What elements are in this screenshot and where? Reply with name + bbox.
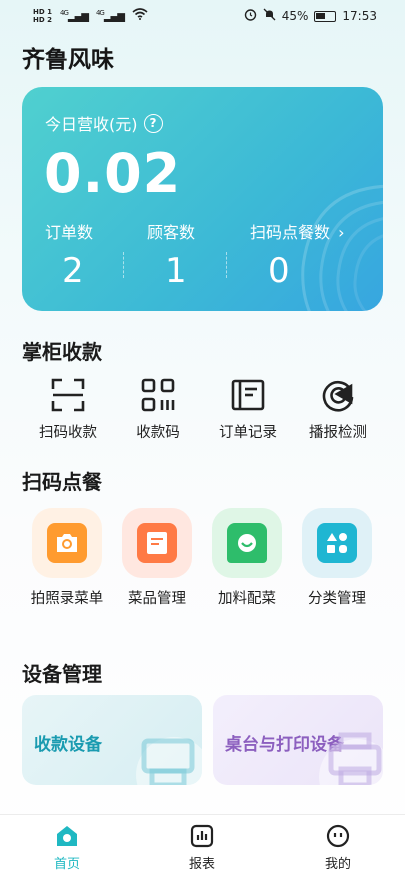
quick-qrcode[interactable]: 收款码 xyxy=(113,375,203,442)
cashier-section-title: 掌柜收款 xyxy=(22,340,102,364)
scan-order-section-title: 扫码点餐 xyxy=(22,470,102,494)
dish-manage-tile xyxy=(122,508,192,578)
revenue-card: 今日营收(元) ? 0.02 订单数 2 顾客数 1 扫码点餐数 › 0 xyxy=(22,87,383,311)
tab-mine-label: 我的 xyxy=(324,857,351,872)
tab-mine[interactable]: 我的 xyxy=(298,823,378,872)
add-ingredient-tile xyxy=(212,508,282,578)
quick-qrcode-label: 收款码 xyxy=(136,425,180,441)
sim2-badge: HD 2 xyxy=(33,16,52,24)
quick-order-record[interactable]: 订单记录 xyxy=(203,375,293,442)
tab-home-label: 首页 xyxy=(53,857,80,872)
category-manage-tile xyxy=(302,508,372,578)
category-icon xyxy=(317,523,357,563)
bottom-tab-bar: 首页 报表 我的 xyxy=(0,814,405,878)
dish-doc-icon xyxy=(137,523,177,563)
stat-scan-orders[interactable]: 扫码点餐数 › 0 xyxy=(250,219,375,291)
order-add-ingredient[interactable]: 加料配菜 xyxy=(202,508,292,608)
stat-orders-label: 订单数 xyxy=(45,223,94,242)
store-title: 齐鲁风味 xyxy=(22,47,114,73)
quick-order-record-label: 订单记录 xyxy=(219,425,277,441)
revenue-label-text: 今日营收(元) xyxy=(45,115,138,134)
stat-scan-orders-value: 0 xyxy=(268,251,290,291)
wifi-icon xyxy=(132,8,148,24)
order-dish-manage[interactable]: 菜品管理 xyxy=(112,508,202,608)
stat-customers-value: 1 xyxy=(165,251,187,291)
quick-broadcast-check[interactable]: 播报检测 xyxy=(293,375,383,442)
device-section-title: 设备管理 xyxy=(22,662,102,686)
order-category-manage[interactable]: 分类管理 xyxy=(292,508,382,608)
profile-icon xyxy=(325,823,351,849)
revenue-amount: 0.02 xyxy=(44,142,182,205)
scan-icon xyxy=(48,375,88,415)
pay-device-label: 收款设备 xyxy=(34,735,102,755)
tab-reports-label: 报表 xyxy=(188,857,215,872)
stat-scan-orders-label[interactable]: 扫码点餐数 › xyxy=(250,219,375,243)
order-dish-manage-label: 菜品管理 xyxy=(128,591,186,607)
printer-icon xyxy=(319,732,383,785)
tab-reports[interactable]: 报表 xyxy=(162,823,242,872)
table-printer-card[interactable]: 桌台与打印设备 xyxy=(213,695,383,785)
help-icon[interactable]: ? xyxy=(143,113,163,133)
signal-icon-2: 4G▂▄▆ xyxy=(95,9,125,23)
tab-home[interactable]: 首页 xyxy=(27,823,107,872)
order-record-icon xyxy=(228,375,268,415)
quick-scan-pay-label: 扫码收款 xyxy=(39,425,97,441)
battery-percent: 45% xyxy=(281,9,309,23)
sim1-badge: HD 1 xyxy=(33,8,52,16)
stat-orders: 订单数 2 xyxy=(45,219,155,291)
alarm-icon xyxy=(244,8,257,24)
quick-broadcast-check-label: 播报检测 xyxy=(309,425,367,441)
battery-icon xyxy=(314,10,337,22)
stat-customers-label: 顾客数 xyxy=(147,223,196,242)
status-bar: HD 1 HD 2 4G▂▄▆ 4G▂▄▆ 45% 17:53 xyxy=(0,0,405,32)
clock-time: 17:53 xyxy=(342,9,377,23)
qrcode-icon xyxy=(138,375,178,415)
order-photo-menu-label: 拍照录菜单 xyxy=(30,591,104,607)
pay-device-icon xyxy=(136,737,202,785)
home-icon xyxy=(54,823,80,849)
broadcast-check-icon xyxy=(318,375,358,415)
order-add-ingredient-label: 加料配菜 xyxy=(218,591,276,607)
chevron-right-icon: › xyxy=(338,223,345,242)
quick-scan-pay[interactable]: 扫码收款 xyxy=(23,375,113,442)
pay-device-card[interactable]: 收款设备 xyxy=(22,695,202,785)
stat-orders-value: 2 xyxy=(62,251,84,291)
camera-icon xyxy=(47,523,87,563)
revenue-label: 今日营收(元) ? xyxy=(45,111,163,135)
bowl-icon xyxy=(227,523,267,563)
stat-divider xyxy=(226,252,227,278)
stat-scan-orders-label-text: 扫码点餐数 xyxy=(250,223,331,242)
order-category-manage-label: 分类管理 xyxy=(308,591,366,607)
mute-bell-icon xyxy=(263,8,276,24)
signal-icon: 4G▂▄▆ xyxy=(59,9,89,23)
report-icon xyxy=(189,823,215,849)
photo-menu-tile xyxy=(32,508,102,578)
order-photo-menu[interactable]: 拍照录菜单 xyxy=(22,508,112,608)
stat-divider xyxy=(123,252,124,278)
stat-customers: 顾客数 1 xyxy=(147,219,257,291)
